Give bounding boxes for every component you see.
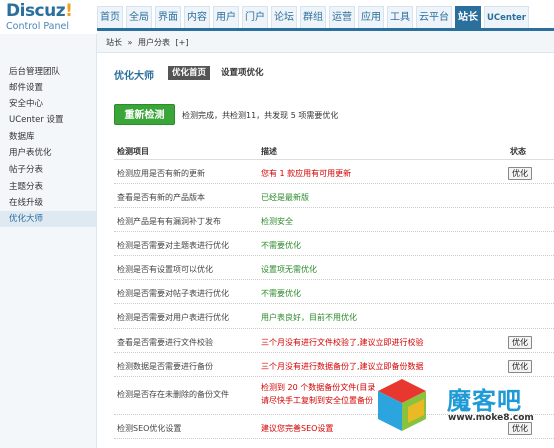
check-description: 已经是最新版 — [261, 193, 309, 202]
table-row: 检测产品是有有漏洞补丁发布 检测安全 — [114, 208, 554, 232]
topnav-item[interactable]: 内容 — [184, 6, 210, 28]
check-item: 查看是否有新的产品版本 — [117, 193, 205, 202]
topnav-item[interactable]: 工具 — [387, 6, 413, 28]
add-shortcut-button[interactable]: [+] — [176, 38, 189, 47]
check-item: 检测应用是否有新的更新 — [117, 169, 205, 178]
topnav-item[interactable]: 界面 — [155, 6, 181, 28]
moke8-watermark: 魔客吧 www.moke8.com — [372, 373, 554, 448]
check-description: 三个月没有进行数据备份了,建议立即备份数据 — [261, 362, 424, 371]
sidebar-item[interactable]: 后台管理团队 — [0, 64, 96, 80]
check-description: 不需要优化 — [261, 289, 301, 298]
topnav-item[interactable]: UCenter — [484, 6, 529, 28]
tab-optimize-home[interactable]: 优化首页 — [168, 66, 211, 80]
tab-setting-optimize[interactable]: 设置项优化 — [217, 66, 268, 80]
table-row: 检测是否需要对用户表进行优化 用户表良好，目前不用优化 — [114, 304, 554, 329]
check-item: 检测是否有设置项可以优化 — [117, 265, 213, 274]
topnav-item[interactable]: 应用 — [358, 6, 384, 28]
topnav-item[interactable]: 论坛 — [271, 6, 297, 28]
topnav-item[interactable]: 运营 — [329, 6, 355, 28]
breadcrumb-current: 用户分表 — [138, 38, 170, 47]
column-header-desc: 描述 — [261, 147, 277, 156]
top-navigation: 首页 全局 界面 内容 用户 门户 论坛 群组 运营 应用 工具 云平台 站长 UCenter — [97, 6, 532, 28]
sidebar-item[interactable]: 优化大师 — [0, 211, 96, 227]
breadcrumb-bar: 站长 » 用户分表 [+] — [97, 31, 554, 53]
check-item: 检测是否需要对帖子表进行优化 — [117, 289, 229, 298]
table-row: 查看是否需要进行文件校验 三个月没有进行文件校验了,建议立即进行校验 优化 — [114, 329, 554, 353]
sidebar-item[interactable]: 邮件设置 — [0, 80, 96, 96]
sidebar: 后台管理团队 邮件设置 安全中心 UCenter 设置 数据库 用户表优化 帖子分表 主题分表… — [0, 34, 97, 448]
column-header-item: 检测项目 — [117, 147, 149, 156]
table-row: 检测是否需要对帖子表进行优化 不需要优化 — [114, 280, 554, 304]
topnav-item[interactable]: 门户 — [242, 6, 268, 28]
check-description: 建议您完善SEO设置 — [261, 424, 334, 433]
check-summary: 检测完成，共检测11，共发现 5 项需要优化 — [182, 111, 339, 120]
discuz-logo[interactable]: Discuz! Control Panel — [6, 3, 96, 35]
check-item: 检测是否需要对主题表进行优化 — [117, 241, 229, 250]
logo-title: Discuz! — [6, 1, 73, 21]
check-description: 检测到 20 个数据备份文件(目录 — [261, 383, 376, 392]
check-description: 不需要优化 — [261, 241, 301, 250]
check-description: 检测安全 — [261, 217, 293, 226]
check-description: 设置项无需优化 — [261, 265, 317, 274]
topnav-item[interactable]: 全局 — [126, 6, 152, 28]
table-row: 检测是否需要对主题表进行优化 不需要优化 — [114, 232, 554, 256]
check-item: 检测是否需要对用户表进行优化 — [117, 313, 229, 322]
column-header-status: 状态 — [510, 147, 526, 156]
table-row: 检测是否有设置项可以优化 设置项无需优化 — [114, 256, 554, 280]
table-header: 检测项目 描述 状态 — [114, 140, 554, 160]
topnav-item[interactable]: 云平台 — [416, 6, 452, 28]
check-description: 三个月没有进行文件校验了,建议立即进行校验 — [261, 338, 424, 347]
sidebar-item[interactable]: 主题分表 — [0, 179, 96, 195]
topnav-item[interactable]: 站长 — [455, 6, 481, 28]
check-description: 您有 1 款应用有可用更新 — [261, 169, 352, 178]
table-row: 查看是否有新的产品版本 已经是最新版 — [114, 184, 554, 208]
topnav-item[interactable]: 群组 — [300, 6, 326, 28]
watermark-url: www.moke8.com — [448, 413, 534, 423]
check-item: 检测SEO优化设置 — [117, 424, 182, 433]
optimize-button[interactable]: 优化 — [508, 360, 532, 373]
check-item: 检测数据是否需要进行备份 — [117, 362, 213, 371]
sidebar-item[interactable]: 数据库 — [0, 129, 96, 145]
sidebar-item[interactable]: 安全中心 — [0, 96, 96, 112]
cube-logo-icon — [378, 379, 426, 431]
topnav-item[interactable]: 用户 — [213, 6, 239, 28]
optimize-button[interactable]: 优化 — [508, 336, 532, 349]
check-item: 查看是否需要进行文件校验 — [117, 338, 213, 347]
recheck-button[interactable]: 重新检测 — [114, 104, 175, 125]
optimize-button[interactable]: 优化 — [508, 167, 532, 180]
check-item: 检测是否存在未删除的备份文件 — [117, 390, 229, 399]
page-title: 优化大师 — [114, 71, 154, 82]
check-item: 检测产品是有有漏洞补丁发布 — [117, 217, 221, 226]
topnav-item[interactable]: 首页 — [97, 6, 123, 28]
header: Discuz! Control Panel 首页 全局 界面 内容 用户 门户 论坛 群组 运营… — [0, 0, 554, 34]
breadcrumb-root[interactable]: 站长 — [106, 38, 122, 47]
check-description: 用户表良好，目前不用优化 — [261, 313, 357, 322]
sidebar-item[interactable]: 在线升级 — [0, 195, 96, 211]
sidebar-item[interactable]: UCenter 设置 — [0, 112, 96, 128]
table-row: 检测应用是否有新的更新 您有 1 款应用有可用更新 优化 — [114, 160, 554, 184]
breadcrumb-separator: » — [127, 38, 133, 47]
check-description-line2: 请尽快手工复制到安全位置备份 — [261, 396, 373, 405]
breadcrumb: 站长 » 用户分表 [+] — [106, 37, 192, 48]
sidebar-item[interactable]: 用户表优化 — [0, 145, 96, 161]
logo-subtitle: Control Panel — [6, 21, 69, 32]
sidebar-item[interactable]: 帖子分表 — [0, 162, 96, 178]
watermark-text: 魔客吧 — [447, 387, 522, 415]
